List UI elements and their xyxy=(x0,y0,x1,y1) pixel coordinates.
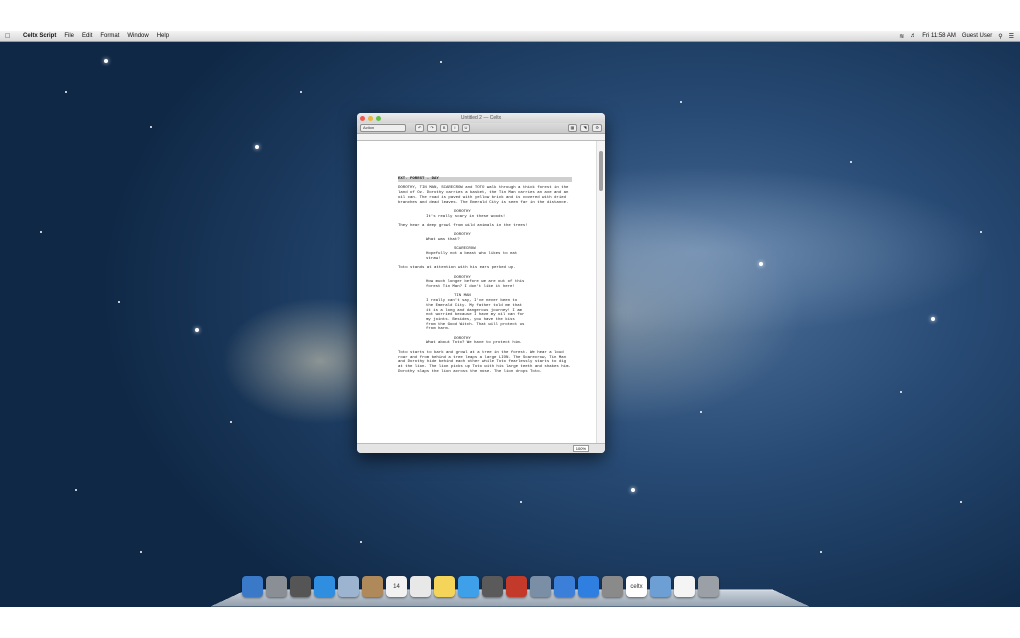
settings-icon[interactable]: ⚙ xyxy=(592,124,602,132)
star xyxy=(850,161,852,163)
script-blocks: DOROTHY, TIN MAN, SCARECROW and TOTO wal… xyxy=(398,186,572,374)
star xyxy=(300,91,302,93)
script-editor-window: Untitled 2 — Celtx Action ↶ ↷ B I U ▦ ◥ … xyxy=(357,113,605,453)
desktop:  Celtx Script File Edit Format Window H… xyxy=(0,31,1020,607)
redo-icon[interactable]: ↷ xyxy=(427,124,437,132)
bold-button[interactable]: B xyxy=(439,124,449,132)
action-block[interactable]: They hear a deep growl from wild animals… xyxy=(398,224,572,229)
zoom-select[interactable]: 100% xyxy=(572,445,589,452)
photo-booth-icon[interactable] xyxy=(506,576,527,597)
share-icon[interactable]: ◥ xyxy=(580,124,590,132)
menu-bar:  Celtx Script File Edit Format Window H… xyxy=(0,31,1020,42)
star xyxy=(820,551,822,553)
italic-button[interactable]: I xyxy=(451,124,459,132)
dialogue-block[interactable]: Hopefully not a beast who likes to eat s… xyxy=(398,252,526,261)
underline-button[interactable]: U xyxy=(461,124,471,132)
menu-help[interactable]: Help xyxy=(157,33,169,39)
facetime-icon[interactable] xyxy=(482,576,503,597)
document-icon[interactable] xyxy=(674,576,695,597)
system-preferences-icon[interactable] xyxy=(602,576,623,597)
iphoto-icon[interactable] xyxy=(530,576,551,597)
star xyxy=(440,61,442,63)
star xyxy=(960,501,962,503)
scrollbar-thumb[interactable] xyxy=(599,151,603,191)
contacts-icon[interactable] xyxy=(362,576,383,597)
star xyxy=(65,91,67,93)
menu-clock[interactable]: Fri 11:58 AM xyxy=(922,33,956,39)
insert-icon[interactable]: ▦ xyxy=(567,124,578,132)
calendar-icon[interactable]: 14 xyxy=(386,576,407,597)
star xyxy=(680,101,682,103)
safari-icon[interactable] xyxy=(314,576,335,597)
star xyxy=(118,301,120,303)
volume-icon[interactable]: ♬ xyxy=(910,33,916,39)
screenplay-text[interactable]: EXT. FOREST - DAY DOROTHY, TIN MAN, SCAR… xyxy=(398,177,572,379)
finder-icon[interactable] xyxy=(242,576,263,597)
star xyxy=(931,317,935,321)
status-bar: 100% xyxy=(357,443,605,453)
dialogue-block[interactable]: What was that? xyxy=(398,238,526,243)
menu-window[interactable]: Window xyxy=(127,33,148,39)
star xyxy=(520,501,522,503)
dialogue-block[interactable]: How much longer before we are out of thi… xyxy=(398,280,526,289)
element-type-select[interactable]: Action xyxy=(360,124,406,132)
star xyxy=(75,489,77,491)
reminders-icon[interactable] xyxy=(410,576,431,597)
dock-icons: 14 celtx xyxy=(242,576,719,597)
menu-edit[interactable]: Edit xyxy=(82,33,92,39)
star xyxy=(104,59,108,63)
trash-icon[interactable] xyxy=(698,576,719,597)
itunes-icon[interactable] xyxy=(554,576,575,597)
launchpad-icon[interactable] xyxy=(266,576,287,597)
star xyxy=(900,391,902,393)
notification-center-icon[interactable]: ☰ xyxy=(1009,33,1014,40)
dialogue-block[interactable]: What about Toto? We have to protect him. xyxy=(398,341,526,346)
celtx-icon[interactable]: celtx xyxy=(626,576,647,597)
action-block[interactable]: Toto starts to bark and growl at a tree … xyxy=(398,351,572,375)
vertical-scrollbar[interactable] xyxy=(596,141,605,444)
dialogue-block[interactable]: I really can't say, I've never been to t… xyxy=(398,299,526,332)
wifi-icon[interactable]: ≋ xyxy=(899,33,904,40)
app-store-icon[interactable] xyxy=(578,576,599,597)
applications-folder-icon[interactable] xyxy=(650,576,671,597)
star xyxy=(980,231,982,233)
star xyxy=(360,541,362,543)
star xyxy=(195,328,199,332)
script-page[interactable]: EXT. FOREST - DAY DOROTHY, TIN MAN, SCAR… xyxy=(357,141,597,444)
mission-control-icon[interactable] xyxy=(290,576,311,597)
scene-heading[interactable]: EXT. FOREST - DAY xyxy=(398,177,572,182)
apple-menu-icon[interactable]:  xyxy=(5,33,15,40)
star xyxy=(140,551,142,553)
window-titlebar[interactable]: Untitled 2 — Celtx xyxy=(357,113,605,123)
star xyxy=(759,262,763,266)
menu-app-name[interactable]: Celtx Script xyxy=(23,33,56,39)
messages-icon[interactable] xyxy=(458,576,479,597)
star xyxy=(230,421,232,423)
mail-icon[interactable] xyxy=(338,576,359,597)
star xyxy=(150,126,152,128)
notes-icon[interactable] xyxy=(434,576,455,597)
undo-icon[interactable]: ↶ xyxy=(415,124,425,132)
star xyxy=(255,145,259,149)
dialogue-block[interactable]: It's really scary in these woods! xyxy=(398,215,526,220)
star xyxy=(700,411,702,413)
menu-user[interactable]: Guest User xyxy=(962,33,992,39)
editor-toolbar: Action ↶ ↷ B I U ▦ ◥ ⚙ xyxy=(357,123,605,134)
star xyxy=(40,231,42,233)
spotlight-icon[interactable]: ⚲ xyxy=(998,33,1002,40)
menu-file[interactable]: File xyxy=(64,33,74,39)
star xyxy=(631,488,635,492)
menu-format[interactable]: Format xyxy=(100,33,119,39)
ruler[interactable] xyxy=(357,134,605,141)
action-block[interactable]: Toto stands at attention with his ears p… xyxy=(398,266,572,271)
window-title: Untitled 2 — Celtx xyxy=(460,115,502,121)
dock: 14 celtx xyxy=(209,576,811,607)
action-block[interactable]: DOROTHY, TIN MAN, SCARECROW and TOTO wal… xyxy=(398,186,572,205)
